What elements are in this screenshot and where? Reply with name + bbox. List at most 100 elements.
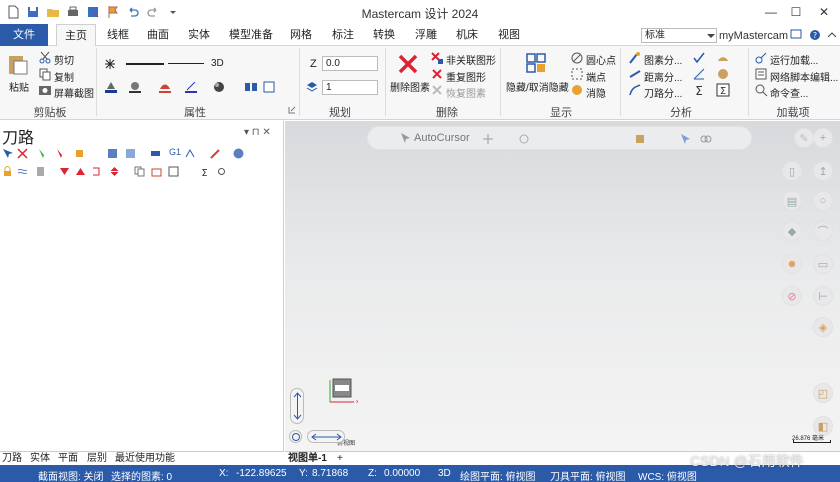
print-icon[interactable] — [66, 5, 80, 19]
select-mode-icon[interactable] — [680, 133, 692, 145]
close-button[interactable]: ✕ — [813, 3, 835, 21]
rotate-view-button[interactable] — [289, 430, 302, 443]
collapse-ribbon-icon[interactable] — [826, 29, 838, 41]
tab-view[interactable]: 视图 — [493, 24, 525, 46]
maximize-button[interactable]: ☐ — [785, 3, 807, 21]
endpoint-icon[interactable] — [570, 67, 584, 81]
net-script-icon[interactable] — [754, 67, 768, 81]
quick-mask-icon[interactable] — [634, 133, 646, 145]
line-style-swatch[interactable] — [126, 63, 164, 65]
center-point-icon[interactable] — [570, 51, 584, 65]
arc-button[interactable]: ⌒ — [813, 221, 833, 241]
backplot-icon[interactable] — [107, 148, 118, 159]
cursor-icon[interactable] — [400, 132, 412, 144]
command-find-label[interactable]: 命令查... — [770, 85, 808, 100]
shade-button[interactable]: ▤ — [782, 191, 802, 211]
save-as-icon[interactable] — [86, 5, 100, 19]
frame-button[interactable]: ▭ — [813, 254, 833, 274]
sum-icon[interactable]: Σ — [716, 83, 730, 97]
tab-recent-functions[interactable]: 最近使用功能 — [115, 452, 175, 466]
solid-color-icon[interactable] — [128, 80, 142, 94]
color-icon[interactable] — [104, 80, 118, 94]
box-button[interactable]: ◰ — [813, 383, 833, 403]
simulate-icon[interactable] — [74, 148, 85, 159]
pan-vertical-button[interactable] — [290, 388, 304, 424]
snap-icon[interactable] — [518, 133, 530, 145]
chat-icon[interactable] — [790, 29, 802, 41]
rotate-button[interactable]: ○ — [813, 191, 833, 211]
g1-icon[interactable] — [185, 148, 196, 159]
tab-machine[interactable]: 机床 — [451, 24, 483, 46]
tab-levels[interactable]: 层别 — [87, 452, 107, 466]
minimize-button[interactable]: — — [760, 3, 782, 21]
tool-plane-status[interactable]: 刀具平面: 俯视图 — [550, 468, 626, 482]
statistics-icon[interactable]: Σ — [692, 83, 706, 97]
tab-relief[interactable]: 浮雕 — [410, 24, 442, 46]
undo-icon[interactable] — [126, 5, 140, 19]
center-point-label[interactable]: 圆心点 — [586, 52, 616, 67]
hide-show-icon[interactable] — [524, 51, 548, 75]
mode-3d-label[interactable]: 3D — [211, 58, 224, 69]
cut-icon[interactable] — [38, 51, 52, 65]
tab-toolpaths[interactable]: 刀路 — [2, 452, 22, 466]
repeat-shape-label[interactable]: 重复图形 — [446, 69, 486, 84]
set-all-icon[interactable] — [244, 80, 258, 94]
run-addin-label[interactable]: 运行加载... — [770, 52, 818, 67]
section-view-status[interactable]: 截面视图: 关闭 — [38, 468, 104, 482]
toolpath-analyze-icon[interactable] — [628, 83, 642, 97]
tab-model-prep[interactable]: 模型准备 — [226, 24, 276, 46]
new-file-icon[interactable] — [6, 5, 20, 19]
flag-icon[interactable] — [106, 5, 120, 19]
add-view-button[interactable]: + — [813, 128, 833, 148]
post-icon[interactable] — [150, 148, 161, 159]
open-folder-icon[interactable] — [46, 5, 60, 19]
shape-analyze-icon[interactable] — [716, 51, 730, 65]
select-all-icon[interactable] — [2, 148, 13, 159]
line-color-icon[interactable] — [184, 80, 198, 94]
dialog-launcher-icon[interactable] — [288, 106, 296, 114]
screenshot-label[interactable]: 屏幕截图 — [54, 85, 94, 100]
quick-access-menu-icon[interactable] — [166, 5, 180, 19]
dynamic-analyze-icon[interactable] — [716, 67, 730, 81]
delete-unrelated-icon[interactable] — [430, 51, 444, 65]
angle-icon[interactable] — [692, 67, 706, 81]
view-cube-button[interactable]: ▯ — [782, 161, 802, 181]
z-depth-input[interactable]: 0.0 — [322, 56, 378, 71]
tab-wireframe[interactable]: 线框 — [102, 24, 134, 46]
verify-icon[interactable] — [125, 148, 136, 159]
help-circle-icon[interactable] — [233, 148, 244, 159]
net-script-label[interactable]: 网络脚本编辑... — [770, 69, 838, 84]
deselect-icon[interactable] — [17, 148, 28, 159]
panel-controls[interactable]: ▾ ⊓ ✕ — [244, 127, 271, 138]
delete-x-icon[interactable] — [396, 52, 420, 76]
material-icon[interactable] — [212, 80, 226, 94]
add-view-sheet-button[interactable]: + — [337, 452, 343, 466]
tool-icon[interactable] — [168, 166, 179, 177]
drawing-plane-status[interactable]: 绘图平面: 俯视图 — [460, 468, 536, 482]
chain-icon[interactable] — [700, 133, 712, 145]
tool-button[interactable]: ✎ — [794, 128, 814, 148]
toggle-display-icon[interactable] — [17, 166, 28, 177]
distance-analyze-label[interactable]: 距离分... — [644, 69, 682, 84]
copy-label[interactable]: 复制 — [54, 69, 74, 84]
measure-button[interactable]: ⊢ — [813, 286, 833, 306]
paste-icon[interactable] — [6, 52, 30, 76]
blank-label[interactable]: 消隐 — [586, 85, 606, 100]
layers-button[interactable]: ◆ — [782, 221, 802, 241]
check-icon[interactable] — [692, 51, 706, 65]
restore-entity-icon[interactable] — [430, 83, 444, 97]
origin-icon[interactable] — [482, 133, 494, 145]
surface-color-icon[interactable] — [158, 80, 172, 94]
translate-button[interactable]: ↥ — [813, 161, 833, 181]
help-icon[interactable]: ? — [809, 29, 821, 41]
mode-3d-status[interactable]: 3D — [438, 468, 451, 479]
delete-unrelated-label[interactable]: 非关联图形 — [446, 52, 496, 67]
autocursor-label[interactable]: AutoCursor — [414, 132, 470, 144]
blank-icon[interactable] — [570, 83, 584, 97]
move-down-icon[interactable] — [59, 166, 70, 177]
g1-label[interactable]: G1 — [169, 147, 181, 157]
move-up-icon[interactable] — [75, 166, 86, 177]
hide-show-label[interactable]: 隐藏/取消隐藏 — [506, 79, 569, 94]
tab-planes[interactable]: 平面 — [58, 452, 78, 466]
move-insert-icon[interactable] — [109, 166, 120, 177]
